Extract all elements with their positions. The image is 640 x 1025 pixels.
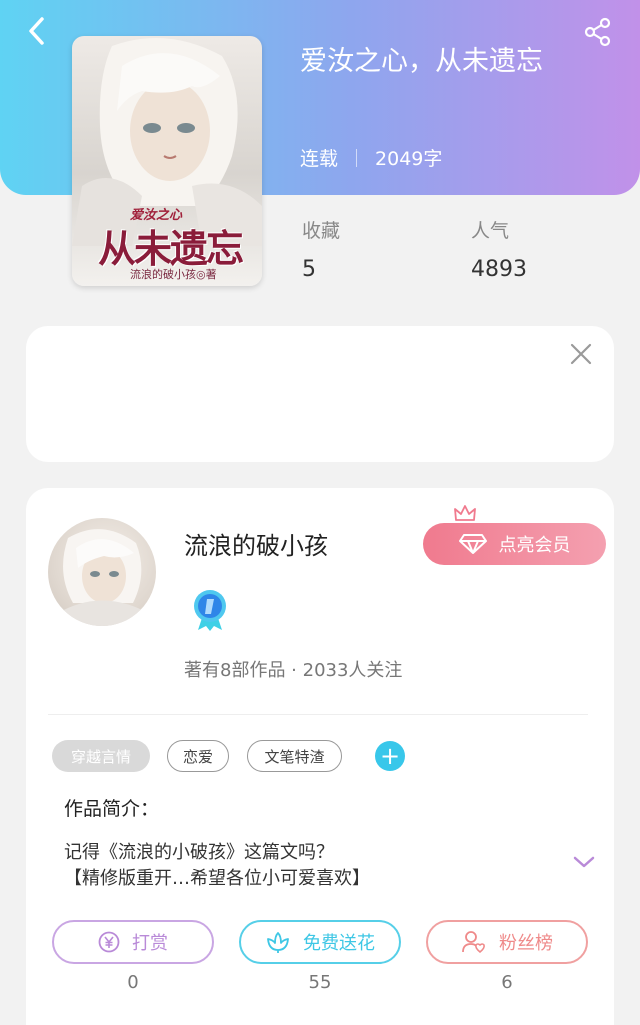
cover-author: 流浪的破小孩◎著	[130, 268, 217, 281]
crown-icon	[454, 505, 476, 521]
fan-rank-icon	[461, 930, 487, 954]
book-meta: 连载 2049字	[300, 144, 442, 171]
send-flower-label: 免费送花	[303, 933, 375, 954]
plus-icon: +	[379, 742, 401, 770]
share-button[interactable]	[580, 14, 616, 50]
author-level-badge-icon	[194, 590, 226, 631]
diamond-icon	[458, 533, 487, 555]
vip-button-label: 点亮会员	[498, 535, 571, 556]
popularity-stat: 人气 4893	[471, 216, 527, 282]
favorites-label: 收藏	[302, 220, 341, 242]
fan-rank-label: 粉丝榜	[499, 933, 553, 954]
share-icon	[584, 17, 611, 47]
popularity-label: 人气	[471, 220, 510, 242]
avatar-illustration	[58, 529, 148, 626]
author-stats: 著有8部作品 · 2033人关注	[184, 660, 403, 681]
meta-separator	[356, 148, 358, 167]
reward-button[interactable]: 打赏	[52, 920, 214, 964]
close-ad-button[interactable]	[566, 339, 596, 369]
vip-button[interactable]: 点亮会员	[423, 523, 606, 565]
ad-card	[26, 326, 614, 462]
intro-line: 【精修版重开…希望各位小可爱喜欢】	[64, 868, 370, 889]
fan-count: 6	[501, 972, 513, 993]
favorites-stat: 收藏 5	[302, 216, 340, 282]
flower-icon	[265, 930, 291, 954]
add-tag-button[interactable]: +	[375, 741, 405, 771]
fan-rank-button[interactable]: 粉丝榜	[426, 920, 588, 964]
favorites-value: 5	[302, 257, 316, 282]
yen-coin-icon	[98, 931, 120, 953]
intro-label: 作品简介：	[64, 798, 160, 820]
back-button[interactable]	[20, 14, 54, 48]
flower-count: 55	[308, 972, 332, 993]
book-cover[interactable]: 爱汝之心 从未遗忘 流浪的破小孩◎著	[72, 36, 262, 286]
intro-text: 记得《流浪的小破孩》这篇文吗？ 【精修版重开…希望各位小可爱喜欢】	[64, 840, 544, 892]
popularity-value: 4893	[471, 257, 527, 282]
reward-label: 打赏	[132, 933, 168, 954]
chevron-left-icon	[29, 17, 44, 45]
word-count: 2049字	[375, 148, 443, 170]
intro-line: 记得《流浪的小破孩》这篇文吗？	[64, 842, 334, 863]
author-name[interactable]: 流浪的破小孩	[184, 526, 328, 561]
send-flower-button[interactable]: 免费送花	[239, 920, 401, 964]
book-title: 爱汝之心，从未遗忘	[300, 46, 543, 77]
expand-intro-button[interactable]	[570, 848, 598, 876]
tag-item[interactable]: 文笔特渣	[247, 740, 342, 772]
reward-count: 0	[127, 972, 139, 993]
close-icon	[570, 343, 592, 365]
chevron-down-icon	[573, 856, 595, 868]
section-divider	[48, 714, 588, 715]
tag-genre[interactable]: 穿越言情	[52, 740, 150, 772]
tag-item[interactable]: 恋爱	[167, 740, 229, 772]
book-status: 连载	[300, 148, 339, 170]
cover-title: 从未遗忘	[97, 226, 244, 271]
author-avatar[interactable]	[48, 518, 156, 626]
